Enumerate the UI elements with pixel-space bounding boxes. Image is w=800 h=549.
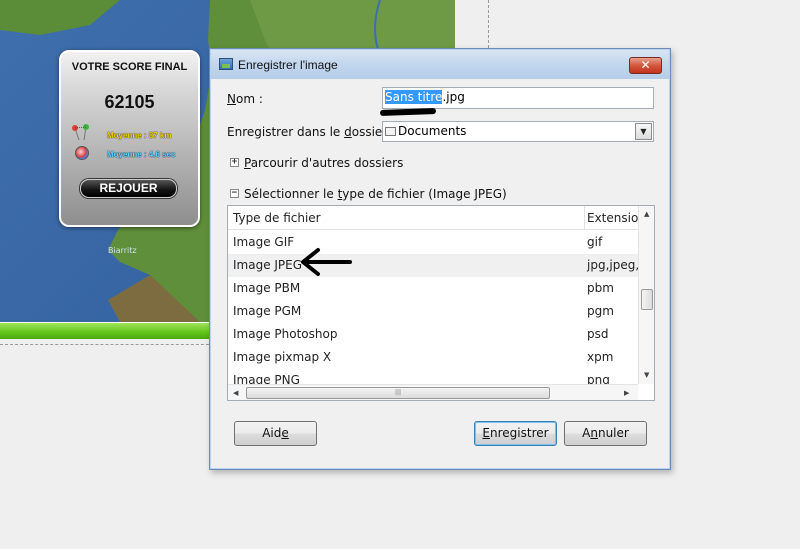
filetype-extension: pgm [587,304,614,318]
filetype-expander-icon[interactable]: − [230,189,239,198]
column-divider[interactable] [584,206,585,230]
score-title: VOTRE SCORE FINAL [71,61,188,73]
list-item[interactable]: Image PBM pbm [228,277,638,300]
dialog-titlebar[interactable]: Enregistrer l'image ✕ [211,50,669,79]
column-header-type[interactable]: Type de fichier [233,211,321,225]
folder-value: Documents [398,124,467,138]
annotation-underline [379,108,437,116]
filetype-name: Image Photoshop [233,327,338,341]
score-value: 62105 [104,92,155,112]
image-icon [219,58,233,70]
name-label: Nom : [227,92,263,106]
avg-time: Moyenne : 4.6 sec [107,150,176,159]
browse-folders-toggle[interactable]: Parcourir d'autres dossiers [244,156,403,170]
list-item[interactable]: Image Photoshop psd [228,323,638,346]
folder-combobox[interactable]: Documents ▼ [382,121,654,142]
save-button[interactable]: Enregistrer [474,421,557,446]
filetype-extension: psd [587,327,609,341]
list-item[interactable]: Image pixmap X xpm [228,346,638,369]
filetype-list[interactable]: Type de fichier Extension Image GIF gif Im… [227,205,655,401]
screen: Biarritz VOTRE SCORE FINAL 62105 Moyenne… [0,0,800,549]
browse-expander-icon[interactable]: + [230,158,239,167]
filetype-name: Image JPEG [233,258,303,272]
filetype-name: Image GIF [233,235,295,249]
filename-extension: .jpg [442,90,465,104]
filetype-name: Image pixmap X [233,350,332,364]
filetype-name: Image PGM [233,304,302,318]
scroll-right-icon[interactable]: ▶ [624,389,629,397]
filetype-extension: pbm [587,281,614,295]
dialog-title: Enregistrer l'image [238,58,338,72]
list-item[interactable]: Image GIF gif [228,231,638,254]
map-place-label: Biarritz [108,246,137,255]
filetype-extension: gif [587,235,603,249]
pins-icon [72,124,89,141]
filename-input[interactable]: Sans titre.jpg [382,87,654,109]
filetype-name: Image PBM [233,281,301,295]
globe-icon [75,146,89,160]
vertical-scroll-thumb[interactable] [641,289,653,310]
vertical-scrollbar[interactable]: ▲ ▼ [638,206,654,384]
horizontal-scroll-thumb[interactable]: ||| [246,387,550,399]
list-header: Type de fichier Extension [228,206,646,230]
avg-distance: Moyenne : 87 km [107,131,172,140]
help-button[interactable]: Aide [234,421,317,446]
filetype-toggle[interactable]: Sélectionner le type de fichier (Image J… [244,187,507,201]
scroll-left-icon[interactable]: ◀ [233,389,238,397]
save-image-dialog: Enregistrer l'image ✕ Nom : Sans titre.j… [209,48,671,470]
filetype-extension: xpm [587,350,614,364]
score-panel: VOTRE SCORE FINAL 62105 Moyenne : 87 km … [59,50,200,227]
filename-selection: Sans titre [385,90,443,104]
replay-button[interactable]: REJOUER [80,179,177,198]
folder-icon [385,127,396,136]
cancel-button[interactable]: Annuler [564,421,647,446]
folder-label: Enregistrer dans le dossier : [227,125,396,139]
chevron-down-icon[interactable]: ▼ [635,123,652,140]
annotation-arrow-icon [301,248,352,276]
divider [488,0,489,48]
list-item[interactable]: Image JPEG jpg,jpeg,j [228,254,642,277]
filetype-extension: jpg,jpeg,j [587,258,643,272]
scroll-down-icon[interactable]: ▼ [644,371,649,379]
horizontal-scrollbar[interactable]: ◀ ||| ▶ [228,384,638,400]
list-item[interactable]: Image PGM pgm [228,300,638,323]
scroll-up-icon[interactable]: ▲ [644,210,649,218]
close-button[interactable]: ✕ [629,57,662,74]
